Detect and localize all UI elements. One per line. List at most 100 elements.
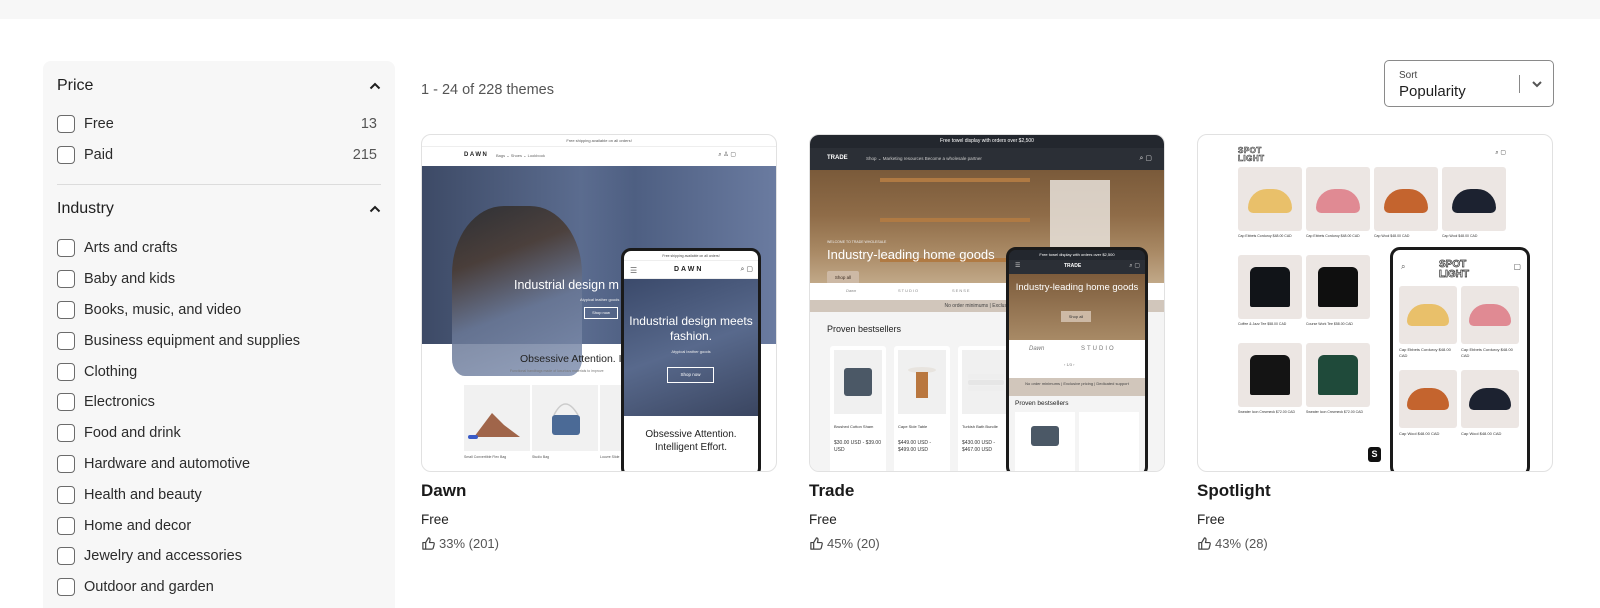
checkbox[interactable] — [57, 393, 75, 412]
shelf — [880, 218, 1030, 222]
industry-filter-header[interactable]: Industry — [57, 197, 381, 221]
theme-rating-text: 45% (20) — [827, 536, 880, 551]
preview-product-name: Cape Side Table — [898, 424, 928, 429]
preview-product-card — [1079, 412, 1139, 471]
checkbox[interactable] — [57, 424, 75, 443]
preview-product-label: Cap Wool $48.00 CAD — [1399, 431, 1440, 436]
filter-option-label: Electronics — [84, 394, 155, 411]
preview-product-image — [1461, 286, 1519, 344]
pillow — [1031, 426, 1059, 446]
checkbox[interactable] — [57, 362, 75, 381]
preview-product-label: Sweater Icon Crewneck $72.00 CAD — [1306, 410, 1363, 414]
preview-product-price: $430.00 USD - $467.00 USD — [962, 440, 996, 453]
filter-option-outdoor-and-garden[interactable]: Outdoor and garden — [57, 572, 381, 603]
checkbox[interactable] — [57, 578, 75, 597]
theme-preview-trade[interactable]: Free towel display with orders over $2,5… — [809, 134, 1165, 472]
filter-option-count: 13 — [360, 115, 377, 132]
preview-section-title: Proven bestsellers — [827, 324, 902, 334]
preview-product-image — [962, 350, 1010, 414]
divider — [57, 184, 381, 185]
checkbox[interactable] — [57, 547, 75, 566]
checkbox[interactable] — [57, 454, 75, 473]
filter-option-paid[interactable]: Paid 215 — [57, 139, 381, 170]
preview-mobile-frame: Free shipping available on all orders! ☰… — [621, 248, 761, 471]
filter-option-baby-and-kids[interactable]: Baby and kids — [57, 264, 381, 295]
filter-option-jewelry-and-accessories[interactable]: Jewelry and accessories — [57, 541, 381, 572]
filter-option-electronics[interactable]: Electronics — [57, 387, 381, 418]
filter-option-label: Food and drink — [84, 425, 181, 442]
chevron-up-icon[interactable] — [369, 80, 381, 92]
preview-product-price: $449.00 USD - $499.00 USD — [898, 440, 932, 453]
preview-product-label: Cap Ebbets Corduroy $48.00 CAD — [1306, 234, 1360, 238]
checkbox[interactable] — [57, 485, 75, 504]
chevron-down-icon[interactable] — [1530, 77, 1544, 91]
checkbox[interactable] — [57, 239, 75, 258]
filter-option-health-and-beauty[interactable]: Health and beauty — [57, 479, 381, 510]
checkbox[interactable] — [57, 300, 75, 319]
theme-card-trade: Free towel display with orders over $2,5… — [809, 134, 1165, 551]
cap-shape — [1384, 189, 1428, 213]
preview-product-image — [834, 350, 882, 414]
filter-option-arts-and-crafts[interactable]: Arts and crafts — [57, 233, 381, 264]
cap-shape — [1248, 189, 1292, 213]
preview-product-label: Cap Ebbets Corduroy $48.00 CAD — [1461, 347, 1513, 358]
filter-option-home-and-decor[interactable]: Home and decor — [57, 510, 381, 541]
filter-option-label: Outdoor and garden — [84, 579, 214, 596]
preview-nav-icons: ⌕ ▢ — [740, 266, 753, 273]
preview-product-image — [1238, 167, 1302, 231]
theme-rating: 43% (28) — [1197, 536, 1553, 551]
top-bar — [0, 0, 1600, 19]
theme-preview-dawn[interactable]: Free shipping available on all orders! D… — [421, 134, 777, 472]
theme-name[interactable]: Spotlight — [1197, 481, 1553, 501]
filter-option-food-and-drink[interactable]: Food and drink — [57, 418, 381, 449]
filter-option-business-equipment[interactable]: Business equipment and supplies — [57, 325, 381, 356]
theme-name[interactable]: Trade — [809, 481, 1165, 501]
cap-shape — [1469, 388, 1511, 410]
preview-hero-kicker: WELCOME TO TRADE WHOLESALE — [827, 240, 887, 244]
theme-preview-spotlight[interactable]: SPOT LIGHT ⌕ ▢ Cap Ebbets Corduroy $48.00… — [1197, 134, 1553, 472]
chevron-up-icon[interactable] — [369, 203, 381, 215]
brand-logo: Dawn — [1029, 346, 1045, 352]
theme-rating-text: 33% (201) — [439, 536, 499, 551]
preview-mobile-frame: Free towel display with orders over $2,5… — [1006, 247, 1148, 471]
preview-nav-links: Shop ⌄ Marketing resources Become a whol… — [866, 156, 982, 161]
preview-hero-title: Industry-leading home goods — [1015, 282, 1139, 293]
filter-option-books-music-video[interactable]: Books, music, and video — [57, 295, 381, 326]
preview-logo: SPOT LIGHT — [1439, 259, 1470, 280]
checkbox[interactable] — [57, 270, 75, 289]
preview-product-label: Coffee & Jazz Tee $58.00 CAD — [1238, 322, 1287, 326]
theme-name[interactable]: Dawn — [421, 481, 777, 501]
preview-hero-sub: Atypical leather goods — [580, 297, 620, 302]
filter-option-free[interactable]: Free 13 — [57, 108, 381, 139]
checkbox[interactable] — [57, 331, 75, 350]
hamburger-icon: ☰ — [1015, 263, 1021, 269]
preview-logo: DAWN — [464, 152, 489, 158]
filter-option-label: Business equipment and supplies — [84, 332, 301, 349]
checkbox[interactable] — [57, 516, 75, 535]
theme-price: Free — [1197, 512, 1225, 527]
preview-logo: DAWN — [674, 266, 704, 273]
theme-rating: 45% (20) — [809, 536, 1165, 551]
checkbox[interactable] — [57, 114, 75, 133]
preview-mobile-frame: ⌕ SPOT LIGHT ▢ Cap Ebbets Corduroy $48.00… — [1390, 247, 1530, 471]
sort-value: Popularity — [1399, 83, 1466, 100]
preview-product-image — [532, 385, 598, 451]
preview-nav: DAWN Bags ⌄ Shoes ⌄ Lookbook ⌕ ♙ ▢ — [422, 147, 776, 165]
sort-select[interactable]: Sort Popularity — [1384, 60, 1554, 107]
preview-product-label: Cap Wool $48.00 CAD — [1461, 431, 1502, 436]
preview-hero-button: Shop now — [667, 367, 714, 383]
preview-product-label: Cap Ebbets Corduroy $48.00 CAD — [1399, 347, 1451, 358]
preview-strip: No order minimums | Exclusive pricing | … — [1009, 378, 1145, 396]
price-filter-header[interactable]: Price — [57, 74, 381, 98]
search-icon: ⌕ — [1401, 262, 1406, 271]
preview-mobile-hero: Industrial design meets fashion. Atypica… — [624, 279, 758, 416]
cart-icon: ▢ — [1513, 262, 1521, 271]
preview-mobile-nav: ☰ TRADE ⌕ ▢ — [1009, 260, 1145, 274]
checkbox[interactable] — [57, 145, 75, 164]
filter-option-hardware-and-automotive[interactable]: Hardware and automotive — [57, 449, 381, 480]
preview-product-card: Brushed Cotton Sham $30.00 USD - $39.00 … — [830, 346, 886, 471]
preview-product-image — [898, 350, 946, 414]
filter-option-clothing[interactable]: Clothing — [57, 356, 381, 387]
hamburger-icon: ☰ — [630, 266, 638, 275]
shopify-s-logo-icon: S — [1368, 447, 1381, 462]
